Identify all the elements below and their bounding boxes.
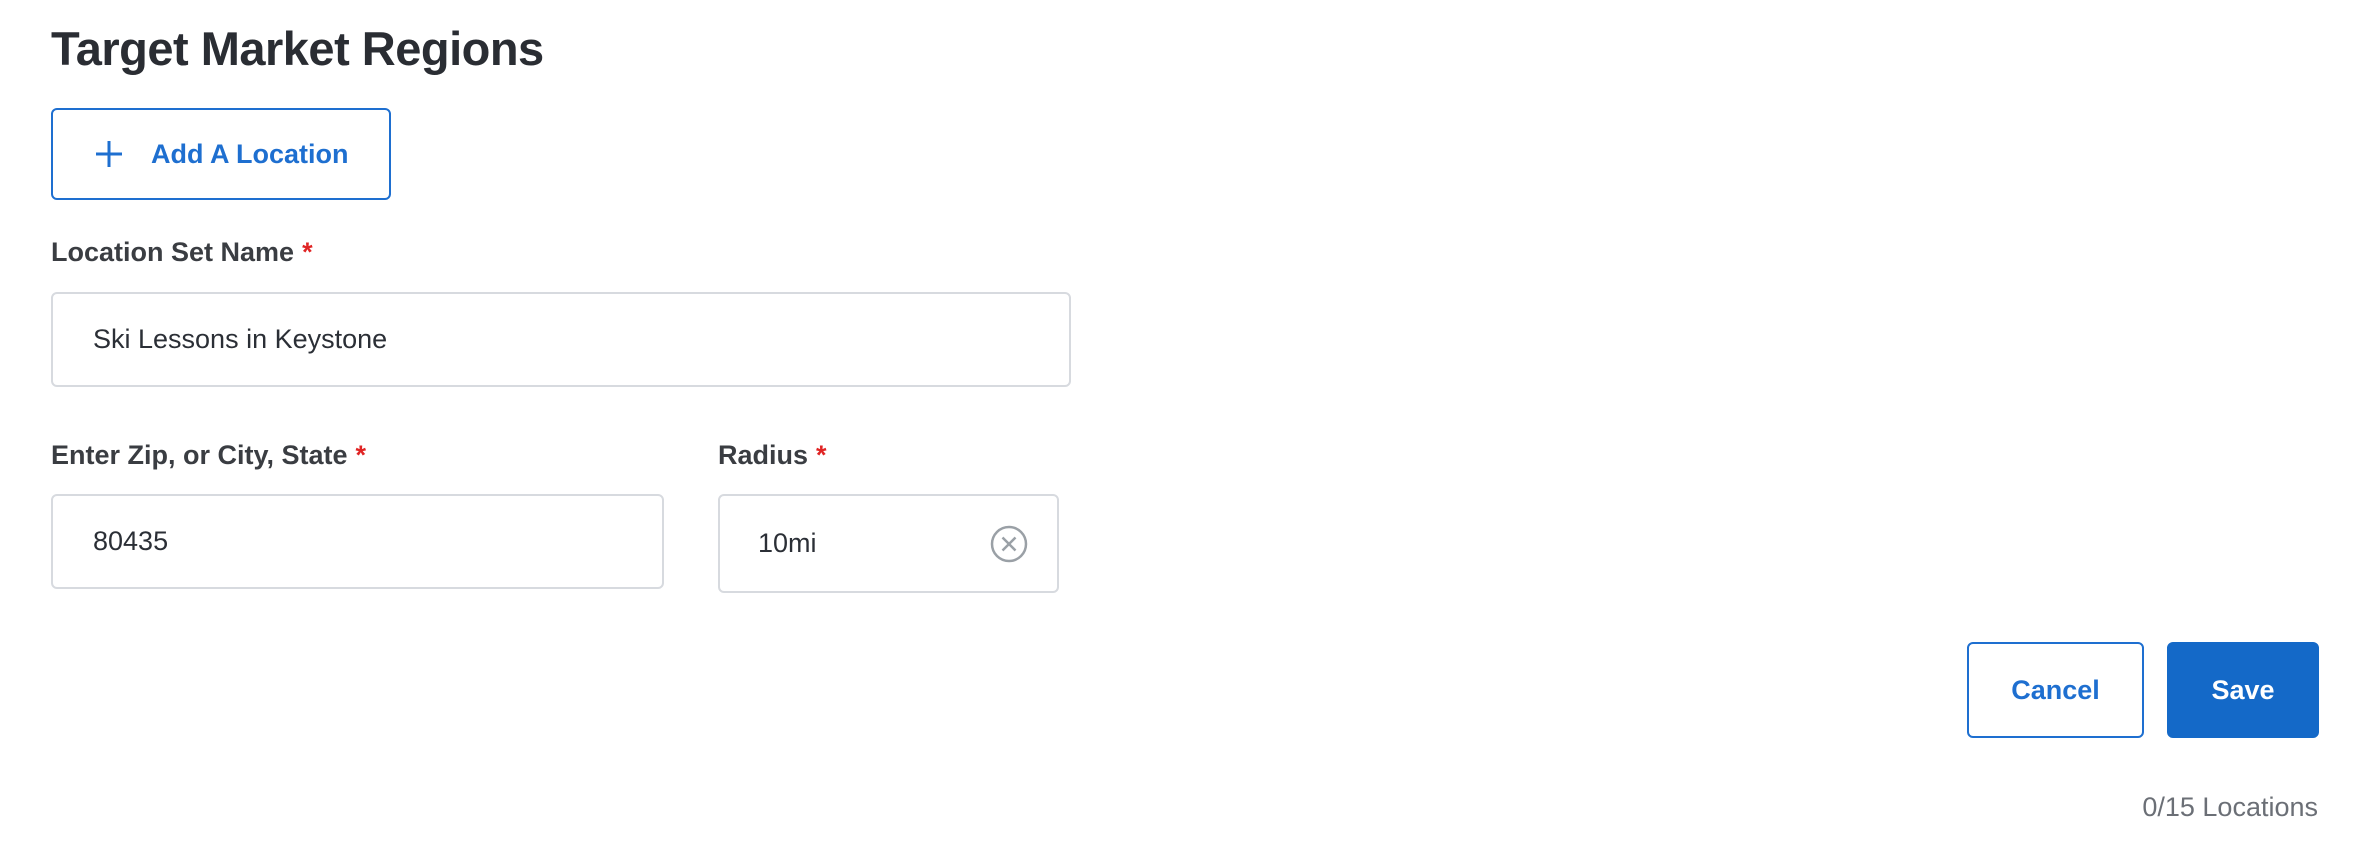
location-set-name-field[interactable]: [51, 292, 1071, 387]
required-marker: *: [816, 440, 827, 470]
radius-label-text: Radius: [718, 440, 809, 470]
zip-city-state-label: Enter Zip, or City, State *: [51, 437, 366, 473]
required-marker: *: [355, 440, 367, 470]
radius-select[interactable]: 10mi: [718, 494, 1059, 593]
add-location-label: Add A Location: [151, 138, 349, 169]
locations-count: 0/15 Locations: [2142, 792, 2318, 822]
location-set-name-label-text: Location Set Name: [51, 237, 295, 267]
add-location-button[interactable]: Add A Location: [51, 108, 391, 200]
plus-icon: [96, 141, 122, 167]
location-set-name-label: Location Set Name *: [51, 234, 313, 270]
zip-city-state-field[interactable]: [51, 494, 664, 589]
target-market-regions-panel: Target Market Regions Add A Location Loc…: [0, 0, 2360, 852]
page-title: Target Market Regions: [51, 22, 544, 75]
save-button[interactable]: Save: [2167, 642, 2319, 738]
zip-city-state-label-text: Enter Zip, or City, State: [51, 440, 348, 470]
required-marker: *: [302, 237, 313, 267]
radius-label: Radius *: [718, 437, 827, 473]
clear-circle-icon[interactable]: [989, 524, 1029, 564]
cancel-button[interactable]: Cancel: [1967, 642, 2144, 738]
location-set-name-input[interactable]: [93, 324, 1069, 355]
radius-value: 10mi: [758, 528, 817, 558]
zip-city-state-input[interactable]: [93, 526, 662, 557]
